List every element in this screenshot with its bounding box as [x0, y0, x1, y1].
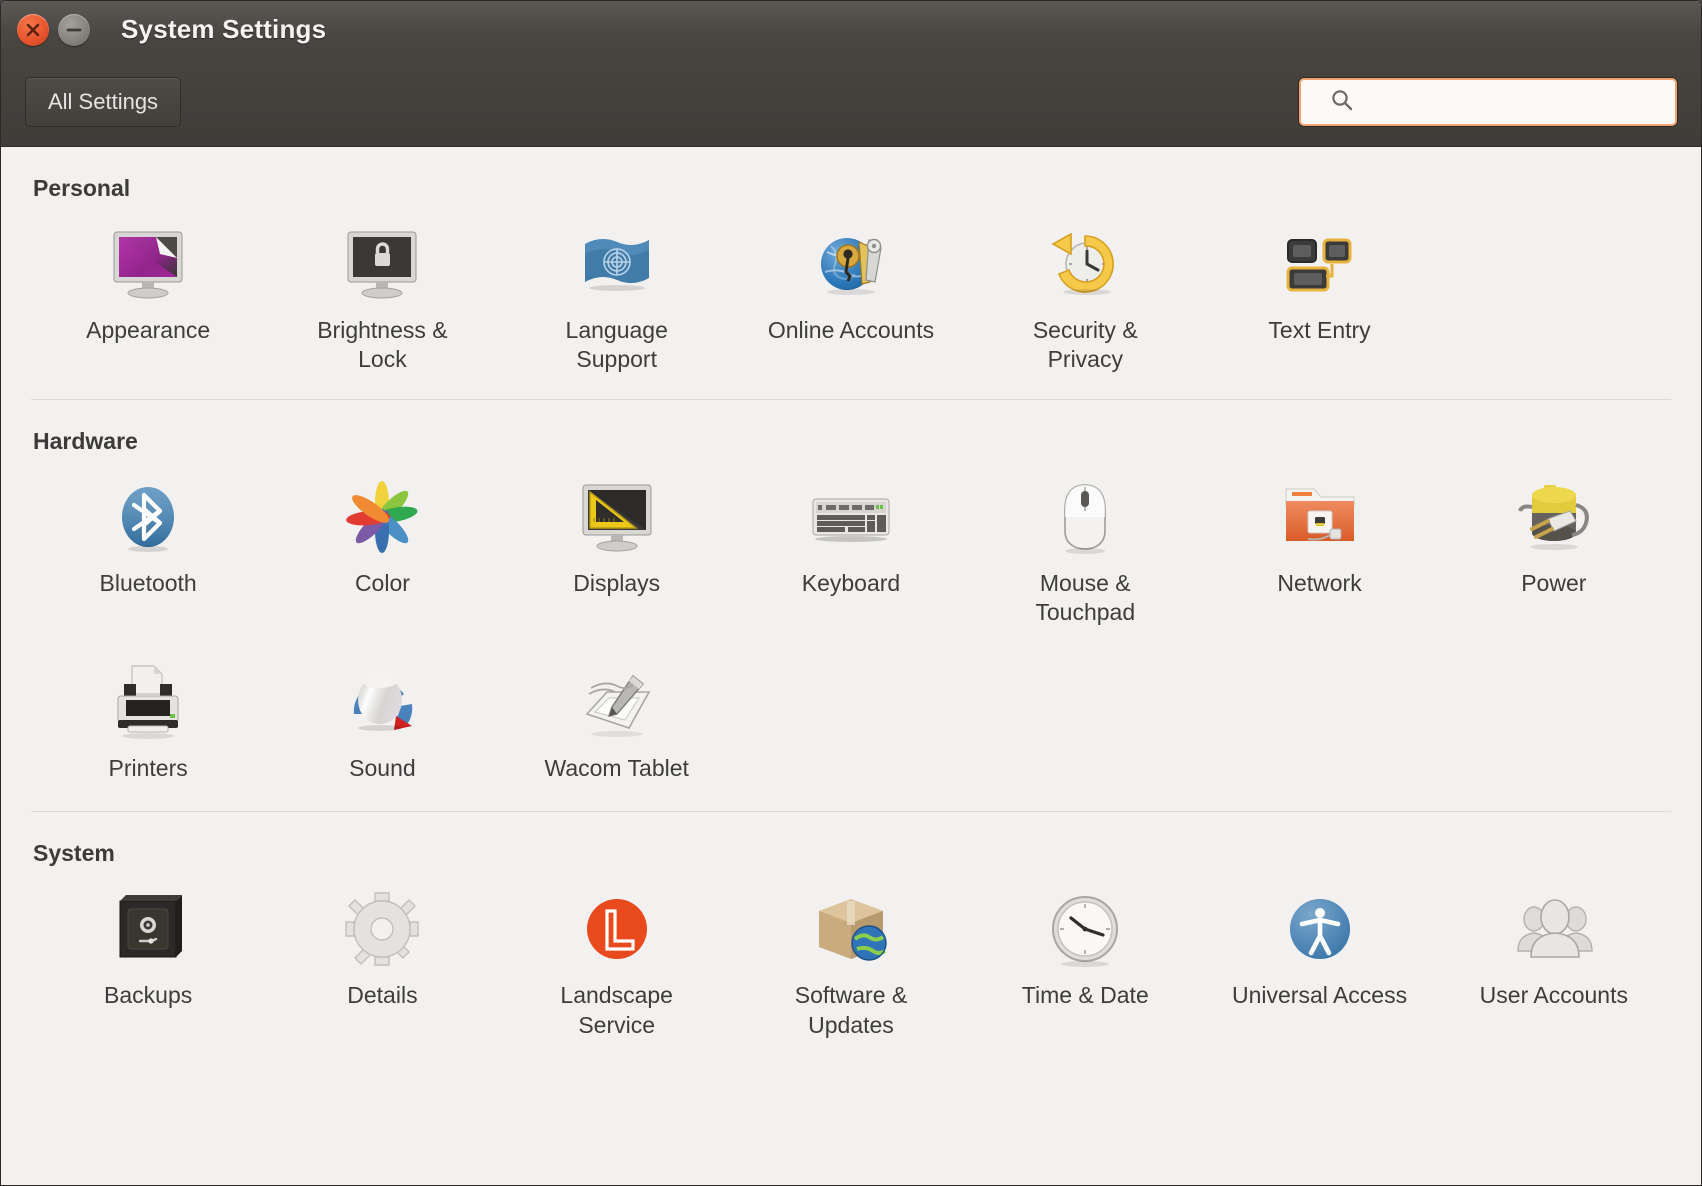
printers-icon	[102, 656, 194, 748]
settings-item-universal-access[interactable]: Universal Access	[1202, 873, 1436, 1054]
section-title-system: System	[33, 840, 115, 867]
section-hardware: Hardware Bluetooth Color Displays Keyboa…	[31, 398, 1671, 801]
settings-item-label: Power	[1521, 569, 1587, 596]
settings-item-label: Appearance	[86, 317, 211, 343]
tile-spacer	[1202, 646, 1436, 801]
details-icon	[336, 883, 428, 975]
color-icon	[336, 471, 428, 563]
settings-item-label: Network	[1277, 569, 1362, 596]
tile-spacer	[1437, 646, 1671, 801]
settings-item-label: Color	[354, 569, 410, 596]
settings-item-landscape-service[interactable]: Landscape Service	[500, 873, 734, 1054]
minimize-icon[interactable]	[58, 13, 90, 46]
settings-item-displays[interactable]: Displays	[500, 461, 734, 646]
settings-item-label: Bluetooth	[99, 569, 197, 596]
sound-icon	[336, 656, 428, 748]
window-title: System Settings	[121, 14, 327, 44]
settings-item-details[interactable]: Details	[265, 873, 499, 1054]
settings-content: Personal Appearance Brightness & Lock La…	[1, 147, 1701, 1185]
settings-item-label: Language Support	[565, 317, 668, 373]
software-updates-icon	[805, 883, 897, 975]
settings-item-brightness-lock[interactable]: Brightness & Lock	[265, 208, 499, 389]
settings-item-label: Online Accounts	[767, 317, 935, 343]
settings-item-label: Mouse & Touchpad	[1035, 569, 1136, 626]
grid-system: Backups Details Landscape Service Softwa…	[31, 873, 1671, 1054]
section-title-personal: Personal	[33, 175, 131, 201]
toolbar: All Settings	[1, 58, 1701, 147]
section-system: System Backups Details Landscape Service…	[31, 811, 1671, 1054]
settings-item-language-support[interactable]: Language Support	[500, 208, 734, 389]
tile-spacer	[734, 646, 968, 801]
settings-item-label: Brightness & Lock	[317, 317, 448, 373]
settings-item-keyboard[interactable]: Keyboard	[734, 461, 968, 646]
settings-item-label: Keyboard	[801, 569, 901, 596]
security-privacy-icon	[1039, 218, 1131, 310]
settings-item-label: Displays	[573, 569, 661, 596]
settings-item-software-updates[interactable]: Software & Updates	[734, 873, 968, 1054]
section-title-hardware: Hardware	[33, 427, 138, 454]
universal-access-icon	[1274, 883, 1366, 975]
all-settings-button[interactable]: All Settings	[25, 77, 182, 127]
settings-item-color[interactable]: Color	[265, 461, 499, 646]
settings-item-backups[interactable]: Backups	[31, 873, 265, 1054]
search-icon	[1329, 87, 1355, 118]
system-settings-window: System Settings All Settings Personal Ap…	[0, 0, 1702, 1186]
settings-item-label: Wacom Tablet	[544, 754, 689, 781]
settings-item-text-entry[interactable]: Text Entry	[1202, 208, 1436, 389]
settings-item-time-date[interactable]: Time & Date	[968, 873, 1202, 1054]
settings-item-label: Printers	[108, 754, 188, 781]
settings-item-sound[interactable]: Sound	[265, 646, 499, 801]
grid-personal: Appearance Brightness & Lock Language Su…	[31, 208, 1671, 389]
online-accounts-icon	[805, 218, 897, 310]
search-input[interactable]	[1367, 89, 1665, 115]
settings-item-label: Details	[347, 982, 418, 1009]
close-icon[interactable]	[17, 13, 49, 46]
titlebar: System Settings	[1, 1, 1701, 58]
settings-item-label: Backups	[104, 982, 193, 1009]
settings-item-printers[interactable]: Printers	[31, 646, 265, 801]
landscape-service-icon	[571, 883, 663, 975]
backups-icon	[102, 883, 194, 975]
settings-item-bluetooth[interactable]: Bluetooth	[31, 461, 265, 646]
bluetooth-icon	[102, 471, 194, 563]
settings-item-security-privacy[interactable]: Security & Privacy	[968, 208, 1202, 389]
settings-item-online-accounts[interactable]: Online Accounts	[734, 208, 968, 389]
power-icon	[1508, 471, 1600, 563]
settings-item-label: Security & Privacy	[1032, 317, 1138, 373]
settings-item-label: Time & Date	[1021, 982, 1149, 1009]
settings-item-user-accounts[interactable]: User Accounts	[1437, 873, 1671, 1054]
displays-icon	[571, 471, 663, 563]
settings-item-mouse-touchpad[interactable]: Mouse & Touchpad	[968, 461, 1202, 646]
settings-item-label: User Accounts	[1479, 982, 1628, 1009]
settings-item-label: Landscape Service	[560, 982, 673, 1038]
settings-item-power[interactable]: Power	[1437, 461, 1671, 646]
grid-hardware: Bluetooth Color Displays Keyboard Mouse …	[31, 461, 1671, 801]
settings-item-network[interactable]: Network	[1202, 461, 1436, 646]
brightness-lock-icon	[336, 218, 428, 310]
settings-item-label: Universal Access	[1231, 982, 1408, 1009]
settings-item-appearance[interactable]: Appearance	[31, 208, 265, 389]
settings-item-label: Sound	[349, 754, 416, 781]
settings-item-label: Software & Updates	[794, 982, 908, 1038]
search-box[interactable]	[1299, 78, 1677, 126]
appearance-icon	[102, 218, 194, 310]
keyboard-icon	[805, 471, 897, 563]
user-accounts-icon	[1508, 883, 1600, 975]
time-date-icon	[1039, 883, 1131, 975]
wacom-tablet-icon	[571, 656, 663, 748]
settings-item-wacom-tablet[interactable]: Wacom Tablet	[500, 646, 734, 801]
language-support-icon	[571, 218, 663, 310]
section-personal: Personal Appearance Brightness & Lock La…	[31, 147, 1671, 389]
settings-item-label: Text Entry	[1268, 317, 1371, 343]
network-icon	[1274, 471, 1366, 563]
text-entry-icon	[1274, 218, 1366, 310]
tile-spacer	[968, 646, 1202, 801]
mouse-touchpad-icon	[1039, 471, 1131, 563]
